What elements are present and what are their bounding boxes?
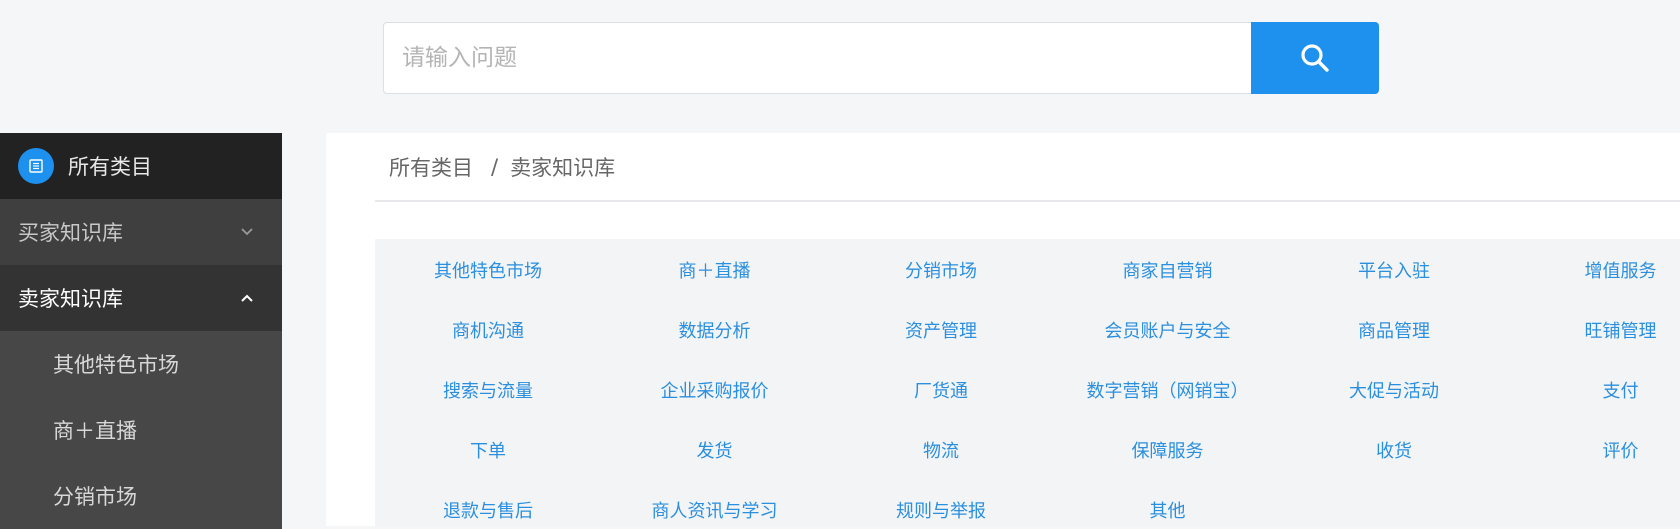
- search-input[interactable]: [383, 22, 1251, 94]
- category-link[interactable]: 下单: [375, 437, 601, 463]
- sidebar-group-seller-knowledge[interactable]: 卖家知识库: [0, 265, 282, 331]
- category-link[interactable]: 商机沟通: [375, 317, 601, 343]
- category-link[interactable]: 平台入驻: [1281, 257, 1507, 283]
- search-icon: [1299, 42, 1331, 74]
- category-link[interactable]: 规则与举报: [828, 497, 1054, 523]
- sidebar-header-label: 所有类目: [68, 151, 152, 181]
- search-button[interactable]: [1251, 22, 1379, 94]
- breadcrumb: 所有类目 / 卖家知识库: [375, 133, 1680, 202]
- category-link[interactable]: 企业采购报价: [602, 377, 828, 403]
- sidebar-group-label: 卖家知识库: [18, 283, 123, 313]
- sidebar-subitem[interactable]: 分销市场: [0, 463, 282, 529]
- breadcrumb-separator: /: [491, 155, 498, 179]
- search-bar: [383, 22, 1379, 94]
- sidebar: 所有类目 买家知识库 卖家知识库 其他特色市场 商＋直播 分销市场: [0, 133, 282, 526]
- category-link[interactable]: 退款与售后: [375, 497, 601, 523]
- sidebar-subitem[interactable]: 其他特色市场: [0, 331, 282, 397]
- category-link[interactable]: 厂货通: [828, 377, 1054, 403]
- category-link[interactable]: 旺铺管理: [1508, 317, 1680, 343]
- category-link[interactable]: 支付: [1508, 377, 1680, 403]
- sidebar-subitem-label: 其他特色市场: [53, 349, 179, 379]
- category-link[interactable]: 商品管理: [1281, 317, 1507, 343]
- category-link[interactable]: 大促与活动: [1281, 377, 1507, 403]
- category-link[interactable]: 其他特色市场: [375, 257, 601, 283]
- category-link[interactable]: 商人资讯与学习: [602, 497, 828, 523]
- list-icon: [18, 148, 54, 184]
- category-link[interactable]: 商＋直播: [602, 257, 828, 283]
- sidebar-subitem[interactable]: 商＋直播: [0, 397, 282, 463]
- category-link[interactable]: 保障服务: [1055, 437, 1281, 463]
- category-link[interactable]: 增值服务: [1508, 257, 1680, 283]
- category-link[interactable]: 会员账户与安全: [1055, 317, 1281, 343]
- category-link[interactable]: 其他: [1055, 497, 1281, 523]
- sidebar-group-label: 买家知识库: [18, 217, 123, 247]
- category-link[interactable]: 收货: [1281, 437, 1507, 463]
- sidebar-group-buyer-knowledge[interactable]: 买家知识库: [0, 199, 282, 265]
- category-link[interactable]: 资产管理: [828, 317, 1054, 343]
- category-link[interactable]: 评价: [1508, 437, 1680, 463]
- chevron-up-icon: [240, 293, 254, 303]
- sidebar-subitem-label: 分销市场: [53, 481, 137, 511]
- main-content: 所有类目 / 卖家知识库 其他特色市场商＋直播分销市场商家自营销平台入驻增值服务…: [326, 133, 1680, 526]
- category-link[interactable]: 数据分析: [602, 317, 828, 343]
- breadcrumb-current: 卖家知识库: [510, 152, 615, 182]
- sidebar-subitem-label: 商＋直播: [53, 415, 137, 445]
- category-grid: 其他特色市场商＋直播分销市场商家自营销平台入驻增值服务商机沟通数据分析资产管理会…: [375, 239, 1680, 526]
- category-link[interactable]: 搜索与流量: [375, 377, 601, 403]
- category-link[interactable]: 商家自营销: [1055, 257, 1281, 283]
- chevron-down-icon: [240, 227, 254, 237]
- category-link[interactable]: 发货: [602, 437, 828, 463]
- breadcrumb-root[interactable]: 所有类目: [389, 152, 473, 182]
- category-link[interactable]: 物流: [828, 437, 1054, 463]
- category-link[interactable]: 数字营销（网销宝）: [1055, 377, 1281, 403]
- category-link[interactable]: 分销市场: [828, 257, 1054, 283]
- sidebar-header-all-categories[interactable]: 所有类目: [0, 133, 282, 199]
